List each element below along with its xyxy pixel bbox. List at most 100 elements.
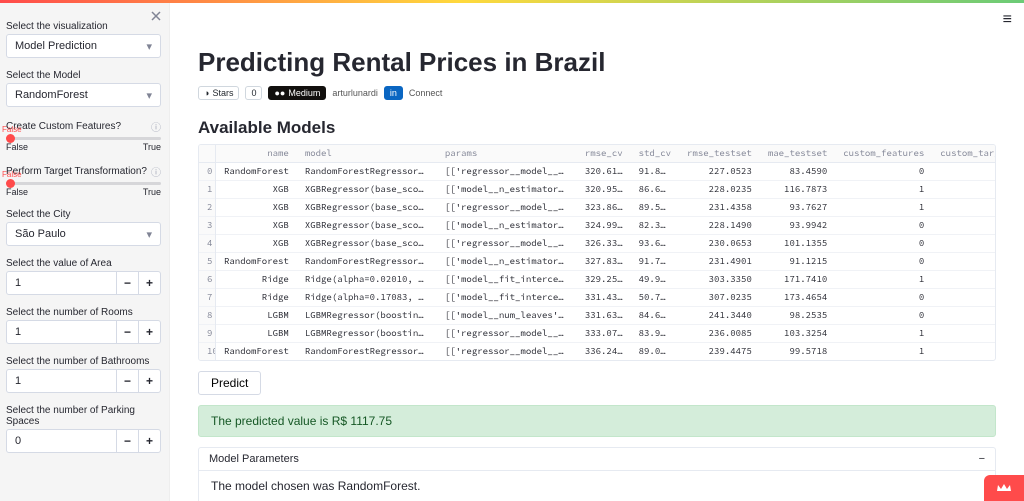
slider-thumb[interactable] [6, 134, 15, 143]
github-stars-chip[interactable]: ◑ Stars [198, 86, 239, 100]
github-stars-count[interactable]: 0 [245, 86, 262, 100]
custom-features-label: Create Custom Features? ⓘ [6, 119, 161, 134]
linkedin-icon: in [390, 88, 397, 98]
cell-custom-target: 1 [932, 163, 996, 181]
bathrooms-input[interactable]: 1 − + [6, 369, 161, 393]
cell-custom-features: 0 [835, 253, 932, 271]
area-input[interactable]: 1 − + [6, 271, 161, 295]
cell-rmse-cv: 324.9940 [577, 217, 631, 235]
slider-max-label: True [143, 187, 161, 197]
crown-icon [996, 483, 1012, 493]
cell-name: RandomForest [216, 163, 297, 181]
chevron-down-icon: ▾ [146, 89, 152, 102]
table-row[interactable]: 6RidgeRidge(alpha=0.02010, fit…[['model_… [199, 271, 996, 289]
decrement-button[interactable]: − [116, 430, 138, 452]
cell-rmse-cv: 326.3348 [577, 235, 631, 253]
viz-select[interactable]: Model Prediction ▾ [6, 34, 161, 58]
table-row[interactable]: 4XGBXGBRegressor(base_score=…[['regresso… [199, 235, 996, 253]
parking-input[interactable]: 0 − + [6, 429, 161, 453]
increment-button[interactable]: + [138, 370, 160, 392]
help-icon[interactable]: ⓘ [151, 119, 161, 134]
viz-label: Select the visualization [6, 21, 161, 32]
decrement-button[interactable]: − [116, 370, 138, 392]
cell-name: RandomForest [216, 343, 297, 361]
table-row[interactable]: 8LGBMLGBMRegressor(boosting_t…[['model__… [199, 307, 996, 325]
increment-button[interactable]: + [138, 272, 160, 294]
cell-params: [['model__n_estimators':… [437, 253, 577, 271]
linkedin-label[interactable]: Connect [409, 88, 443, 98]
cell-custom-target: 1 [932, 325, 996, 343]
increment-button[interactable]: + [138, 430, 160, 452]
table-row[interactable]: 2XGBXGBRegressor(base_score=…[['regresso… [199, 199, 996, 217]
decrement-button[interactable]: − [116, 321, 138, 343]
cell-mae-testset: 91.1215 [760, 253, 835, 271]
author-label[interactable]: arturlunardi [332, 88, 378, 98]
col-rmse-cv: rmse_cv [577, 145, 631, 163]
cell-model: RandomForestRegressor(ma… [297, 253, 437, 271]
parking-value[interactable]: 0 [7, 430, 116, 452]
cell-name: XGB [216, 181, 297, 199]
col-name: name [216, 145, 297, 163]
table-row[interactable]: 0RandomForestRandomForestRegressor(ma…[[… [199, 163, 996, 181]
github-icon: ◑ [204, 88, 209, 98]
cell-rmse-cv: 327.8360 [577, 253, 631, 271]
cell-name: XGB [216, 217, 297, 235]
cell-params: [['model__fit_intercept'… [437, 289, 577, 307]
table-row[interactable]: 7RidgeRidge(alpha=0.17083, fit…[['model_… [199, 289, 996, 307]
slider-value-bubble: False [2, 125, 22, 134]
col-custom-target: custom_target [932, 145, 996, 163]
cell-custom-target: 0 [932, 271, 996, 289]
cell-model: XGBRegressor(base_score=… [297, 235, 437, 253]
cell-params: [['model__fit_intercept'… [437, 271, 577, 289]
decrement-button[interactable]: − [116, 272, 138, 294]
cell-model: Ridge(alpha=0.02010, fit… [297, 271, 437, 289]
predict-button[interactable]: Predict [198, 371, 261, 395]
medium-chip[interactable]: ●● Medium [268, 86, 326, 100]
expander-header[interactable]: Model Parameters − [199, 448, 995, 471]
cell-custom-target: 1 [932, 199, 996, 217]
cell-rmse-cv: 331.4370 [577, 289, 631, 307]
cell-index: 5 [199, 253, 216, 271]
rooms-input[interactable]: 1 − + [6, 320, 161, 344]
linkedin-chip[interactable]: in [384, 86, 403, 100]
cell-rmse-cv: 320.9580 [577, 181, 631, 199]
bathrooms-value[interactable]: 1 [7, 370, 116, 392]
prediction-result-alert: The predicted value is R$ 1117.75 [198, 405, 996, 437]
cell-rmse-testset: 241.3440 [679, 307, 760, 325]
table-row[interactable]: 3XGBXGBRegressor(base_score=…[['model__n… [199, 217, 996, 235]
cell-model: RandomForestRegressor(ma… [297, 163, 437, 181]
models-table[interactable]: name model params rmse_cv std_cv rmse_te… [198, 144, 996, 361]
streamlit-badge[interactable] [984, 475, 1024, 501]
table-row[interactable]: 10RandomForestRandomForestRegressor(ma…[… [199, 343, 996, 361]
cell-std-cv: 49.9720 [631, 271, 679, 289]
custom-features-slider[interactable]: False [6, 137, 161, 140]
cell-std-cv: 89.5770 [631, 199, 679, 217]
hamburger-menu-button[interactable]: ≡ [1003, 11, 1012, 29]
cell-index: 9 [199, 325, 216, 343]
help-icon[interactable]: ⓘ [151, 164, 161, 179]
close-sidebar-button[interactable] [149, 9, 163, 23]
table-row[interactable]: 9LGBMLGBMRegressor(boosting_t…[['regress… [199, 325, 996, 343]
increment-button[interactable]: + [138, 321, 160, 343]
minus-icon: − [979, 453, 985, 465]
cell-rmse-testset: 307.0235 [679, 289, 760, 307]
slider-thumb[interactable] [6, 179, 15, 188]
cell-index: 4 [199, 235, 216, 253]
table-row[interactable]: 1XGBXGBRegressor(base_score=…[['model__n… [199, 181, 996, 199]
cell-custom-target: 0 [932, 253, 996, 271]
city-select[interactable]: São Paulo ▾ [6, 222, 161, 246]
table-row[interactable]: 5RandomForestRandomForestRegressor(ma…[[… [199, 253, 996, 271]
cell-params: [['regressor__model__n_e… [437, 199, 577, 217]
cell-custom-features: 1 [835, 343, 932, 361]
slider-min-label: False [6, 187, 28, 197]
target-transform-slider[interactable]: False [6, 182, 161, 185]
model-select[interactable]: RandomForest ▾ [6, 83, 161, 107]
cell-params: [['regressor__model__num… [437, 325, 577, 343]
cell-mae-testset: 116.7873 [760, 181, 835, 199]
area-value[interactable]: 1 [7, 272, 116, 294]
cell-std-cv: 82.3900 [631, 217, 679, 235]
cell-custom-features: 1 [835, 271, 932, 289]
cell-rmse-testset: 303.3350 [679, 271, 760, 289]
rooms-value[interactable]: 1 [7, 321, 116, 343]
cell-mae-testset: 101.1355 [760, 235, 835, 253]
